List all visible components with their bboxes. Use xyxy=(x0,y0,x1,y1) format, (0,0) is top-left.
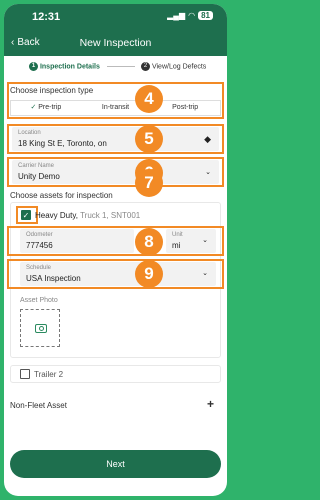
wifi-icon: ◠ xyxy=(188,11,196,20)
app-header: 12:31 ▂▄▆ ◠ 81 ‹ Back New Inspection xyxy=(4,4,227,56)
stepper: 1 Inspection Details 2 View/Log Defects xyxy=(4,62,227,76)
step-2[interactable]: 2 View/Log Defects xyxy=(141,62,206,71)
unit-value: mi xyxy=(172,241,181,250)
trailer-label: Trailer 2 xyxy=(34,370,64,379)
location-field[interactable]: Location 18 King St E, Toronto, on ◆ xyxy=(12,127,219,151)
location-value: 18 King St E, Toronto, on xyxy=(18,139,107,148)
non-fleet-label: Non-Fleet Asset xyxy=(10,401,67,410)
odometer-value: 777456 xyxy=(26,241,53,250)
trailer-checkbox[interactable] xyxy=(20,369,30,379)
asset-name: Heavy Duty, Truck 1, SNT001 xyxy=(35,211,141,220)
asset-photo-upload[interactable] xyxy=(20,309,60,347)
asset-checkbox[interactable]: ✓ xyxy=(21,210,31,220)
locate-icon[interactable]: ◆ xyxy=(204,134,211,145)
step-1[interactable]: 1 Inspection Details xyxy=(29,62,100,71)
schedule-select[interactable]: Schedule USA Inspection ⌄ xyxy=(20,262,216,286)
add-non-fleet-button[interactable]: + xyxy=(207,397,214,411)
vehicle-type: Heavy Duty xyxy=(35,211,76,220)
page-title: New Inspection xyxy=(79,37,152,49)
badge-4: 4 xyxy=(135,85,163,113)
unit-label: Unit xyxy=(172,232,183,238)
step-1-number: 1 xyxy=(29,62,38,71)
option-pre-trip-label: Pre-trip xyxy=(38,104,62,111)
signal-icon: ▂▄▆ xyxy=(167,11,186,20)
badge-9: 9 xyxy=(135,260,163,288)
badge-7-anchor xyxy=(16,181,38,203)
asset-photo-label: Asset Photo xyxy=(20,297,58,304)
step-1-label: Inspection Details xyxy=(39,63,100,71)
check-icon: ✓ xyxy=(30,104,37,111)
chevron-down-icon: ⌄ xyxy=(205,169,211,176)
odometer-label: Odometer xyxy=(26,232,53,238)
vehicle-detail: Truck 1, SNT001 xyxy=(80,211,141,220)
carrier-label: Carrier Name xyxy=(18,163,55,169)
status-icons: ▂▄▆ ◠ 81 xyxy=(167,11,213,20)
carrier-select[interactable]: Carrier Name Unity Demo ⌄ xyxy=(12,160,219,184)
schedule-value: USA Inspection xyxy=(26,274,81,283)
inspection-type-heading: Choose inspection type xyxy=(10,86,94,95)
badge-8: 8 xyxy=(135,228,163,256)
step-2-number: 2 xyxy=(141,62,150,71)
location-label: Location xyxy=(18,130,41,136)
carrier-value: Unity Demo xyxy=(18,172,60,181)
badge-5: 5 xyxy=(135,125,163,153)
inspection-type-selector: ✓ Pre-trip In-transit Post-trip xyxy=(10,100,221,116)
phone-screen: 12:31 ▂▄▆ ◠ 81 ‹ Back New Inspection 1 I… xyxy=(4,4,227,496)
option-pre-trip[interactable]: ✓ Pre-trip xyxy=(11,101,81,115)
chevron-down-icon: ⌄ xyxy=(202,237,208,244)
unit-select[interactable]: Unit mi ⌄ xyxy=(166,229,216,253)
step-2-label: View/Log Defects xyxy=(151,63,207,71)
chevron-down-icon: ⌄ xyxy=(202,270,208,277)
odometer-field[interactable]: Odometer 777456 xyxy=(20,229,134,253)
schedule-label: Schedule xyxy=(26,265,52,271)
status-time: 12:31 xyxy=(32,11,61,23)
battery-icon: 81 xyxy=(198,11,213,20)
camera-icon xyxy=(35,324,47,333)
badge-7: 7 xyxy=(135,169,163,197)
next-button[interactable]: Next xyxy=(10,450,221,478)
step-connector xyxy=(107,66,135,67)
